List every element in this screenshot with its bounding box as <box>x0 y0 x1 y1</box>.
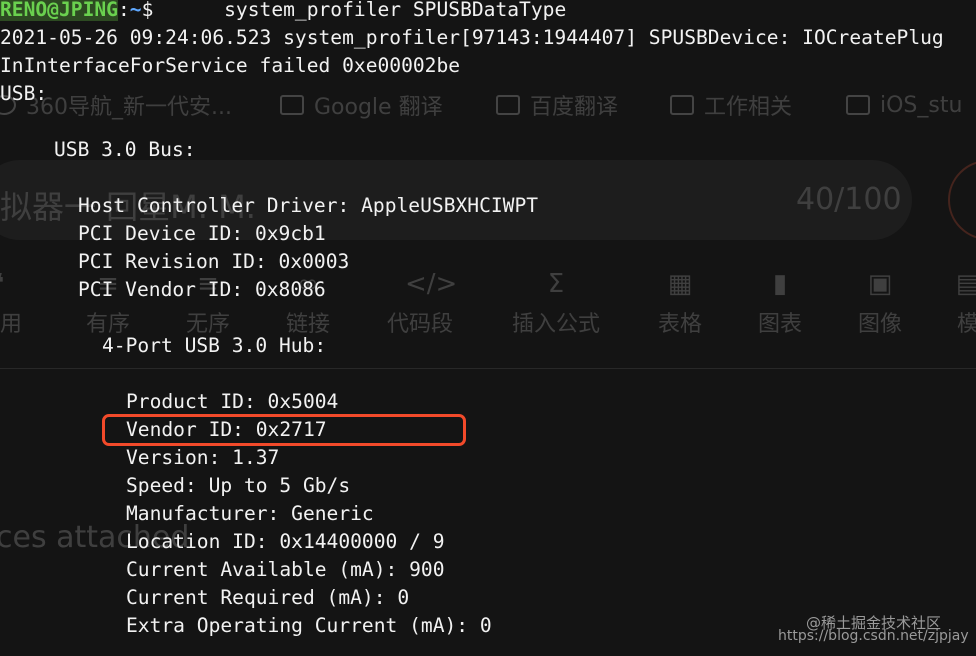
hub-heading: 4-Port USB 3.0 Hub: <box>102 334 327 357</box>
prompt-symbol: $ <box>141 0 154 21</box>
terminal-window[interactable]: RENO@JPING:~$ system_profiler SPUSBDataT… <box>0 0 976 656</box>
hub-manufacturer: Manufacturer: Generic <box>126 502 374 525</box>
warning-line: 2021-05-26 09:24:06.523 system_profiler[… <box>0 26 944 49</box>
host-controller-driver: Host Controller Driver: AppleUSBXHCIWPT <box>78 194 539 217</box>
prompt-path: ~ <box>129 0 142 21</box>
command-text: system_profiler SPUSBDataType <box>153 0 567 21</box>
pci-vendor-id: PCI Vendor ID: 0x8086 <box>78 278 326 301</box>
vendor-id-highlight-box <box>102 414 466 446</box>
warning-line: InInterfaceForService failed 0xe00002be <box>0 54 461 77</box>
watermark-csdn-url: https://blog.csdn.net/zjpjay <box>778 628 969 644</box>
hub-version: Version: 1.37 <box>126 446 280 469</box>
command-prompt-line: RENO@JPING:~$ system_profiler SPUSBDataT… <box>0 0 566 24</box>
hub-current-available: Current Available (mA): 900 <box>126 558 445 581</box>
hub-extra-operating-current: Extra Operating Current (mA): 0 <box>126 614 492 637</box>
prompt-separator: : <box>117 0 130 21</box>
usb-bus-heading: USB 3.0 Bus: <box>54 138 196 161</box>
usb-section-heading: USB: <box>0 82 48 105</box>
pci-revision-id: PCI Revision ID: 0x0003 <box>78 250 350 273</box>
hub-product-id: Product ID: 0x5004 <box>126 390 339 413</box>
pci-device-id: PCI Device ID: 0x9cb1 <box>78 222 326 245</box>
hub-location-id: Location ID: 0x14400000 / 9 <box>126 530 445 553</box>
hub-current-required: Current Required (mA): 0 <box>126 586 410 609</box>
hub-speed: Speed: Up to 5 Gb/s <box>126 474 351 497</box>
prompt-user: RENO@JPING <box>0 0 118 21</box>
screenshot-root: 360导航_新一代安... Google 翻译 百度翻译 工作相关 iOS_st… <box>0 0 976 656</box>
